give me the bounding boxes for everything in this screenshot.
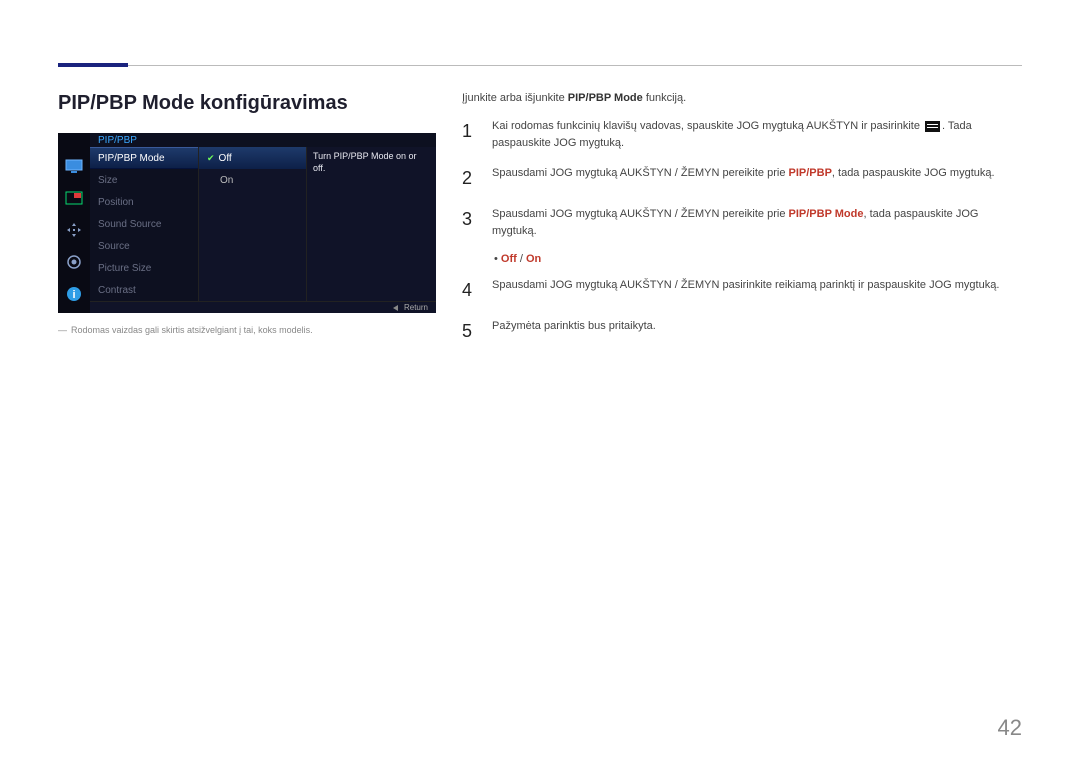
step-2-keyword: PIP/PBP: [789, 167, 832, 179]
osd-menu-item: Source: [90, 235, 198, 257]
options-bullet: Off / On: [494, 253, 1022, 265]
checkmark-icon: ✔: [207, 153, 215, 164]
option-off: Off: [501, 253, 517, 265]
header-rule: [58, 65, 1022, 66]
caption-text: Rodomas vaizdas gali skirtis atsižvelgia…: [71, 325, 313, 335]
intro-keyword: PIP/PBP Mode: [568, 92, 643, 104]
page-number: 42: [998, 715, 1022, 741]
option-sep: /: [517, 253, 526, 265]
osd-option-item: ✔ Off: [199, 147, 306, 169]
step-3-keyword: PIP/PBP Mode: [789, 208, 864, 220]
step-3-text-a: Spausdami JOG mygtuką AUKŠTYN / ŽEMYN pe…: [492, 208, 789, 220]
osd-sidebar: i: [58, 133, 90, 313]
image-caption: ― Rodomas vaizdas gali skirtis atsižvelg…: [58, 325, 438, 335]
osd-menu-item: Size: [90, 169, 198, 191]
monitor-icon: [65, 157, 83, 175]
osd-option-item: On: [199, 169, 306, 191]
step-5: Pažymėta parinktis bus pritaikyta.: [462, 318, 1022, 345]
step-2-text-a: Spausdami JOG mygtuką AUKŠTYN / ŽEMYN pe…: [492, 167, 789, 179]
osd-return-label: Return: [404, 303, 428, 312]
steps-list-cont: Spausdami JOG mygtuką AUKŠTYN / ŽEMYN pa…: [462, 277, 1022, 345]
step-4: Spausdami JOG mygtuką AUKŠTYN / ŽEMYN pa…: [462, 277, 1022, 304]
osd-option-label: Off: [219, 153, 232, 164]
step-2: Spausdami JOG mygtuką AUKŠTYN / ŽEMYN pe…: [462, 165, 1022, 192]
osd-menu-item: PIP/PBP Mode: [90, 147, 198, 169]
osd-footer: Return: [90, 301, 436, 313]
steps-list: Kai rodomas funkcinių klavišų vadovas, s…: [462, 118, 1022, 239]
step-2-text-b: , tada paspauskite JOG mygtuką.: [832, 167, 995, 179]
move-icon: [65, 221, 83, 239]
intro-text: Įjunkite arba išjunkite PIP/PBP Mode fun…: [462, 92, 1022, 104]
osd-option-list: ✔ Off On: [198, 147, 306, 301]
gear-icon: [65, 253, 83, 271]
option-on: On: [526, 253, 541, 265]
osd-header: PIP/PBP: [90, 133, 436, 147]
caption-dash: ―: [58, 325, 67, 335]
osd-menu-item: Contrast: [90, 279, 198, 301]
osd-menu-item: Sound Source: [90, 213, 198, 235]
osd-menu-item: Picture Size: [90, 257, 198, 279]
header-accent: [58, 63, 128, 67]
osd-menu-list: PIP/PBP Mode Size Position Sound Source …: [90, 147, 198, 301]
intro-pre: Įjunkite arba išjunkite: [462, 92, 568, 104]
menu-icon: [925, 121, 940, 132]
step-1-text-a: Kai rodomas funkcinių klavišų vadovas, s…: [492, 120, 923, 132]
step-1: Kai rodomas funkcinių klavišų vadovas, s…: [462, 118, 1022, 151]
svg-text:i: i: [72, 289, 75, 301]
info-icon: i: [65, 285, 83, 303]
step-3: Spausdami JOG mygtuką AUKŠTYN / ŽEMYN pe…: [462, 206, 1022, 239]
pip-icon: [65, 189, 83, 207]
page-title: PIP/PBP Mode konfigūravimas: [58, 92, 438, 115]
back-icon: [393, 305, 398, 311]
intro-post: funkciją.: [643, 92, 686, 104]
osd-help-text: Turn PIP/PBP Mode on or off.: [306, 147, 436, 301]
step-5-text: Pažymėta parinktis bus pritaikyta.: [492, 318, 656, 345]
step-4-text: Spausdami JOG mygtuką AUKŠTYN / ŽEMYN pa…: [492, 277, 999, 304]
osd-option-label: On: [220, 175, 233, 186]
osd-menu-item: Position: [90, 191, 198, 213]
osd-screenshot: i PIP/PBP PIP/PBP Mode Size Position Sou…: [58, 133, 436, 313]
